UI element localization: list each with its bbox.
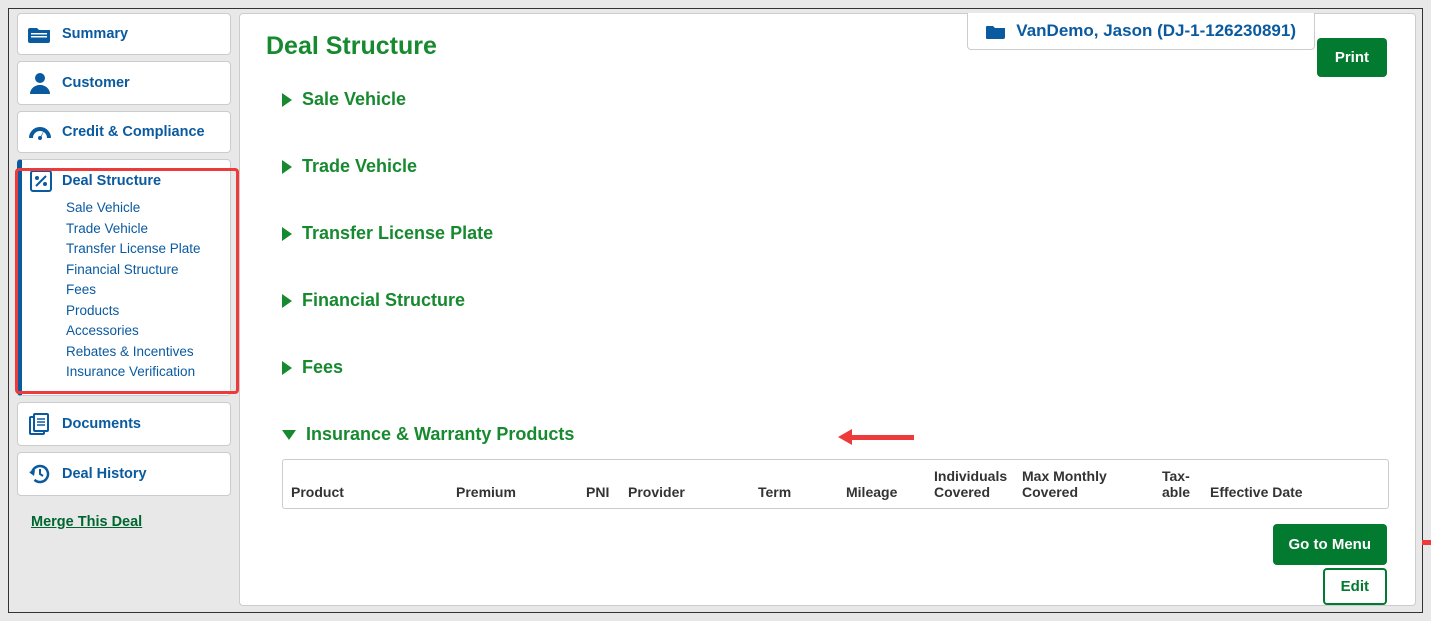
section-title: Transfer License Plate xyxy=(302,223,493,244)
th-max-monthly-covered: Max Monthly Covered xyxy=(1022,468,1162,500)
sidebar-item-label: Deal History xyxy=(62,466,147,482)
sidebar-sub-fees[interactable]: Fees xyxy=(66,280,218,301)
deal-icon xyxy=(30,170,52,192)
sidebar-item-deal-structure[interactable]: Deal Structure Sale Vehicle Trade Vehicl… xyxy=(17,159,231,396)
sidebar-sub-accessories[interactable]: Accessories xyxy=(66,321,218,342)
caret-down-icon xyxy=(282,430,296,440)
merge-deal-link[interactable]: Merge This Deal xyxy=(31,514,142,530)
sidebar-item-label: Summary xyxy=(62,26,128,42)
sidebar-sub-trade-vehicle[interactable]: Trade Vehicle xyxy=(66,219,218,240)
annotation-arrow-right xyxy=(1422,535,1431,549)
person-icon xyxy=(28,72,52,94)
section-transfer-license[interactable]: Transfer License Plate xyxy=(266,223,1389,244)
app-container: Summary Customer Credit & Compliance Dea… xyxy=(8,8,1423,613)
th-individuals-covered: Individuals Covered xyxy=(934,468,1022,500)
caret-right-icon xyxy=(282,361,292,375)
section-title: Sale Vehicle xyxy=(302,89,406,110)
table-header-row: Product Premium PNI Provider Term Mileag… xyxy=(283,460,1388,508)
products-table: Product Premium PNI Provider Term Mileag… xyxy=(282,459,1389,509)
caret-right-icon xyxy=(282,93,292,107)
th-mileage: Mileage xyxy=(846,484,934,500)
section-fees[interactable]: Fees xyxy=(266,357,1389,378)
sidebar-item-deal-history[interactable]: Deal History xyxy=(17,452,231,496)
section-title: Fees xyxy=(302,357,343,378)
sidebar-item-label: Documents xyxy=(62,416,141,432)
section-trade-vehicle[interactable]: Trade Vehicle xyxy=(266,156,1389,177)
th-pni: PNI xyxy=(586,484,628,500)
print-button[interactable]: Print xyxy=(1317,38,1387,77)
th-term: Term xyxy=(758,484,846,500)
sidebar-item-summary[interactable]: Summary xyxy=(17,13,231,55)
caret-right-icon xyxy=(282,227,292,241)
sidebar-item-customer[interactable]: Customer xyxy=(17,61,231,105)
sidebar-sub-financial-structure[interactable]: Financial Structure xyxy=(66,260,218,281)
sidebar-group-title: Deal Structure xyxy=(30,170,218,192)
th-premium: Premium xyxy=(456,484,586,500)
deal-badge[interactable]: VanDemo, Jason (DJ-1-126230891) xyxy=(967,13,1315,50)
sidebar-sub-list: Sale Vehicle Trade Vehicle Transfer Lice… xyxy=(30,198,218,383)
sidebar-item-label: Credit & Compliance xyxy=(62,124,205,140)
folder-icon xyxy=(28,24,52,44)
folder-open-icon xyxy=(986,23,1006,39)
th-taxable: Tax-able xyxy=(1162,468,1210,500)
sidebar-sub-products[interactable]: Products xyxy=(66,301,218,322)
edit-button[interactable]: Edit xyxy=(1323,568,1387,605)
th-provider: Provider xyxy=(628,484,758,500)
section-sale-vehicle[interactable]: Sale Vehicle xyxy=(266,89,1389,110)
sidebar-item-credit[interactable]: Credit & Compliance xyxy=(17,111,231,153)
sidebar-sub-transfer-license[interactable]: Transfer License Plate xyxy=(66,239,218,260)
go-to-menu-button[interactable]: Go to Menu xyxy=(1273,524,1388,565)
sidebar-item-label: Deal Structure xyxy=(62,173,161,189)
section-insurance-warranty[interactable]: Insurance & Warranty Products xyxy=(266,424,1389,445)
caret-right-icon xyxy=(282,294,292,308)
history-icon xyxy=(28,463,52,485)
gauge-icon xyxy=(28,122,52,142)
sidebar-sub-rebates[interactable]: Rebates & Incentives xyxy=(66,342,218,363)
documents-icon xyxy=(28,413,52,435)
main-panel: VanDemo, Jason (DJ-1-126230891) Print De… xyxy=(239,13,1416,606)
sidebar: Summary Customer Credit & Compliance Dea… xyxy=(9,9,237,612)
caret-right-icon xyxy=(282,160,292,174)
sidebar-sub-insurance-verification[interactable]: Insurance Verification xyxy=(66,362,218,383)
section-title: Financial Structure xyxy=(302,290,465,311)
sidebar-sub-sale-vehicle[interactable]: Sale Vehicle xyxy=(66,198,218,219)
th-product: Product xyxy=(291,484,456,500)
section-financial-structure[interactable]: Financial Structure xyxy=(266,290,1389,311)
section-title: Insurance & Warranty Products xyxy=(306,424,574,445)
section-title: Trade Vehicle xyxy=(302,156,417,177)
sidebar-item-label: Customer xyxy=(62,75,130,91)
deal-badge-label: VanDemo, Jason (DJ-1-126230891) xyxy=(1016,21,1296,41)
sidebar-item-documents[interactable]: Documents xyxy=(17,402,231,446)
th-effective-date: Effective Date xyxy=(1210,484,1360,500)
